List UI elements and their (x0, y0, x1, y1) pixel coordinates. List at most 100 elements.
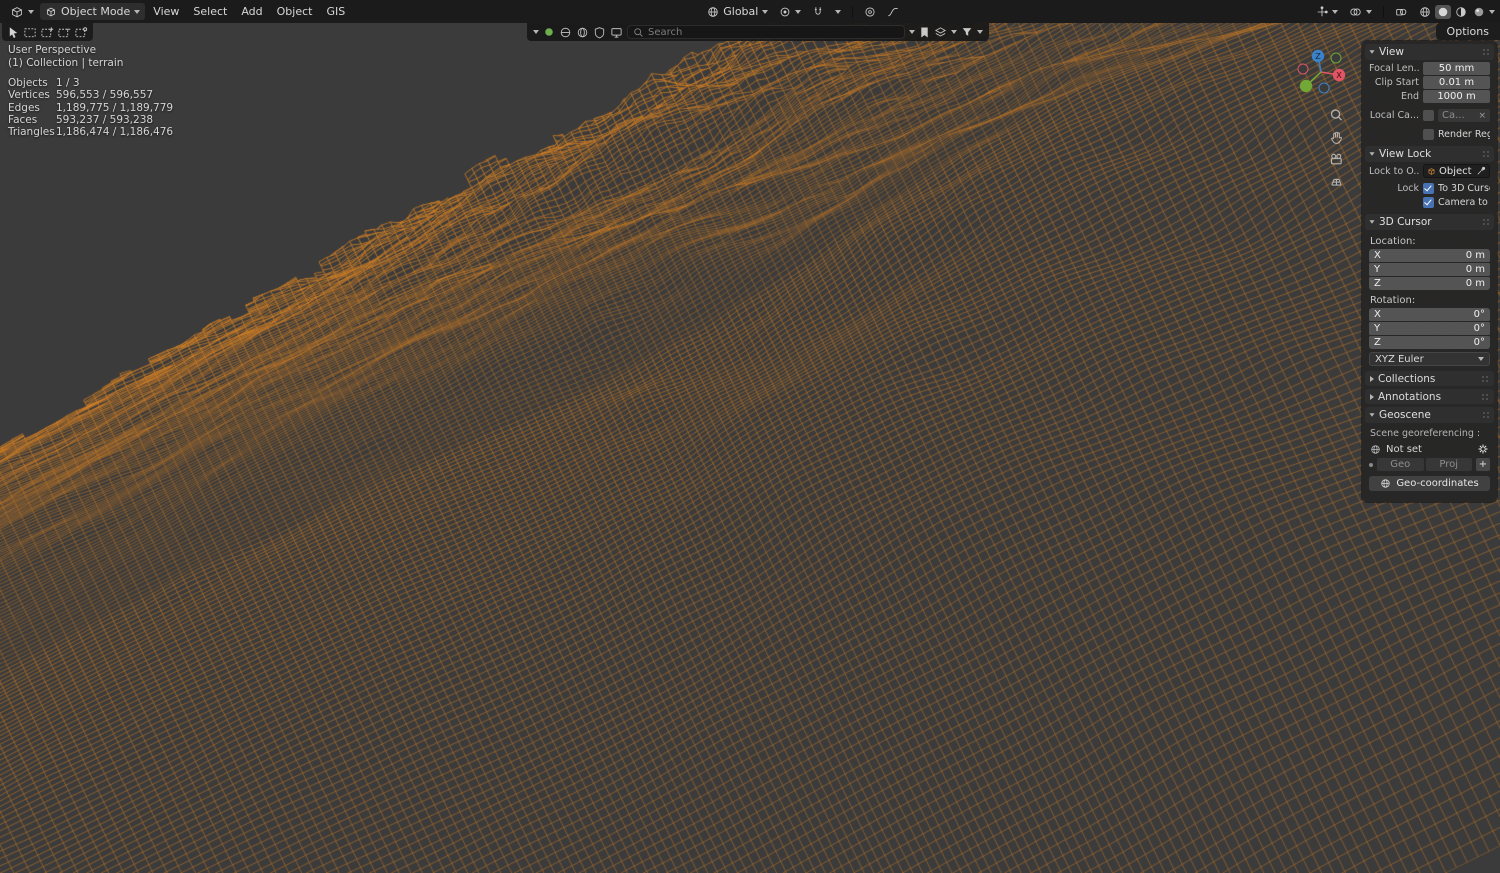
panel-grip-icon (1482, 218, 1490, 226)
show-overlays-dropdown[interactable] (1344, 4, 1377, 20)
snap-settings-dropdown[interactable] (830, 8, 846, 16)
shading-wireframe-icon[interactable] (1417, 5, 1433, 19)
pivot-point-dropdown[interactable] (774, 4, 806, 20)
cursor-location-x-field[interactable]: X0 m (1369, 249, 1490, 262)
panel-collections[interactable]: Collections (1365, 371, 1494, 386)
shading-dropdown-caret[interactable] (1489, 10, 1495, 14)
select-box-intersect-icon[interactable] (74, 26, 88, 39)
proportional-falloff-dropdown[interactable] (882, 4, 904, 20)
tweak-tool-icon[interactable] (7, 26, 20, 39)
toggle-perspective-icon[interactable] (1328, 173, 1345, 190)
shading-solid-icon[interactable] (1435, 5, 1451, 19)
snap-toggle[interactable] (807, 4, 829, 20)
divider (852, 6, 853, 18)
shading-rendered-icon[interactable] (1471, 5, 1487, 19)
navigation-gizmo[interactable]: Z X (1293, 44, 1349, 100)
focal-length-field[interactable]: 50 mm (1423, 62, 1490, 75)
proportional-editing-toggle[interactable] (859, 4, 881, 20)
sphere-icon[interactable] (559, 26, 572, 39)
settings-gear-icon[interactable] (1477, 443, 1489, 455)
clip-end-field[interactable]: 1000 m (1423, 90, 1490, 103)
collapsed-arrow-icon (1370, 394, 1374, 400)
render-region-checkbox[interactable] (1423, 129, 1434, 140)
cursor-rotation-x-field[interactable]: X0° (1369, 308, 1490, 321)
select-box-subtract-icon[interactable] (57, 26, 71, 39)
panel-grip-icon (1481, 393, 1489, 401)
show-gizmo-dropdown[interactable] (1311, 4, 1343, 20)
proj-field[interactable]: Proj (1426, 458, 1473, 471)
monitor-icon[interactable] (610, 26, 623, 39)
shield-icon[interactable] (593, 26, 606, 39)
select-box-extend-icon[interactable] (40, 26, 54, 39)
collapse-arrow-icon (1369, 152, 1374, 155)
chevron-down-icon (835, 10, 841, 14)
panel-grip-icon (1481, 375, 1489, 383)
cursor-rotation-y-field[interactable]: Y0° (1369, 322, 1490, 335)
layers-dropdown-caret[interactable] (951, 30, 957, 34)
collapse-arrow-icon (1369, 413, 1374, 416)
stat-label: Edges (8, 102, 50, 114)
menu-view[interactable]: View (146, 3, 186, 20)
chevron-down-icon (1332, 10, 1338, 14)
tool-dropdown-caret[interactable] (533, 30, 539, 34)
panel-grip-icon (1482, 150, 1490, 158)
add-button[interactable]: + (1476, 458, 1490, 471)
shading-material-icon[interactable] (1453, 5, 1469, 19)
panel-geoscene-header[interactable]: Geoscene (1365, 407, 1494, 423)
layers-icon[interactable] (934, 26, 947, 39)
menu-gis[interactable]: GIS (319, 3, 352, 20)
clear-icon[interactable]: × (1478, 111, 1486, 121)
stat-value: 1,186,474 / 1,186,476 (56, 126, 173, 138)
menu-object[interactable]: Object (270, 3, 320, 20)
camera-to-view-checkbox[interactable] (1423, 197, 1434, 208)
shading-mode-group (1417, 5, 1495, 19)
camera-view-icon[interactable] (1328, 151, 1345, 168)
menu-add[interactable]: Add (234, 3, 269, 20)
panel-annotations[interactable]: Annotations (1365, 389, 1494, 404)
axis-x-label: X (1336, 71, 1342, 80)
bookmark-icon[interactable] (919, 26, 930, 39)
panel-3d-cursor-header[interactable]: 3D Cursor (1365, 214, 1494, 230)
axis-neg-z-dot (1319, 83, 1329, 93)
axis-y-dot (1300, 80, 1312, 92)
cursor-location-y-field[interactable]: Y0 m (1369, 263, 1490, 276)
filter-funnel-icon[interactable] (961, 26, 973, 38)
tool-color-swatch-icon[interactable] (543, 26, 555, 38)
local-camera-checkbox[interactable] (1423, 110, 1434, 121)
menu-select[interactable]: Select (186, 3, 234, 20)
local-camera-field[interactable]: Ca... × (1438, 109, 1490, 122)
pan-hand-icon[interactable] (1328, 129, 1345, 146)
viewport-3d[interactable] (0, 0, 1500, 873)
toggle-xray-button[interactable] (1390, 4, 1412, 20)
search-options-caret[interactable] (909, 30, 915, 34)
select-box-new-icon[interactable] (23, 26, 37, 39)
panel-3d-cursor: 3D Cursor Location: X0 m Y0 m Z0 m Rotat… (1365, 214, 1494, 371)
search-box (627, 25, 905, 39)
zoom-icon[interactable] (1328, 107, 1345, 124)
rotation-mode-dropdown[interactable]: XYZ Euler (1369, 352, 1490, 366)
eyedropper-icon[interactable] (1476, 166, 1486, 176)
lock-to-3d-cursor-checkbox[interactable] (1423, 183, 1434, 194)
axis-neg-y-dot (1331, 53, 1341, 63)
options-button[interactable]: Options (1436, 23, 1500, 40)
globe-grid-icon[interactable] (576, 26, 589, 39)
transform-orientation-dropdown[interactable]: Global (702, 3, 773, 20)
panel-view-header[interactable]: View (1365, 44, 1494, 60)
panel-grip-icon (1482, 411, 1490, 419)
cursor-location-z-field[interactable]: Z0 m (1369, 277, 1490, 290)
geo-coordinates-button[interactable]: Geo-coordinates (1369, 476, 1490, 491)
panel-geoscene: Geoscene Scene georeferencing : Not set … (1365, 407, 1494, 496)
geo-field[interactable]: Geo (1377, 458, 1424, 471)
editor-type-button[interactable] (5, 3, 39, 21)
cursor-rotation-z-field[interactable]: Z0° (1369, 336, 1490, 349)
clip-start-field[interactable]: 0.01 m (1423, 76, 1490, 89)
search-input[interactable] (648, 27, 888, 38)
chevron-down-icon (762, 10, 768, 14)
active-collection-label: (1) Collection | terrain (8, 57, 173, 70)
filter-dropdown-caret[interactable] (977, 30, 983, 34)
lock-to-object-field[interactable]: Object (1423, 164, 1490, 178)
panel-view-lock-header[interactable]: View Lock (1365, 146, 1494, 162)
editor-3d-viewport-icon (10, 5, 24, 19)
stat-label: Faces (8, 114, 50, 126)
mode-selector[interactable]: Object Mode (40, 3, 145, 20)
